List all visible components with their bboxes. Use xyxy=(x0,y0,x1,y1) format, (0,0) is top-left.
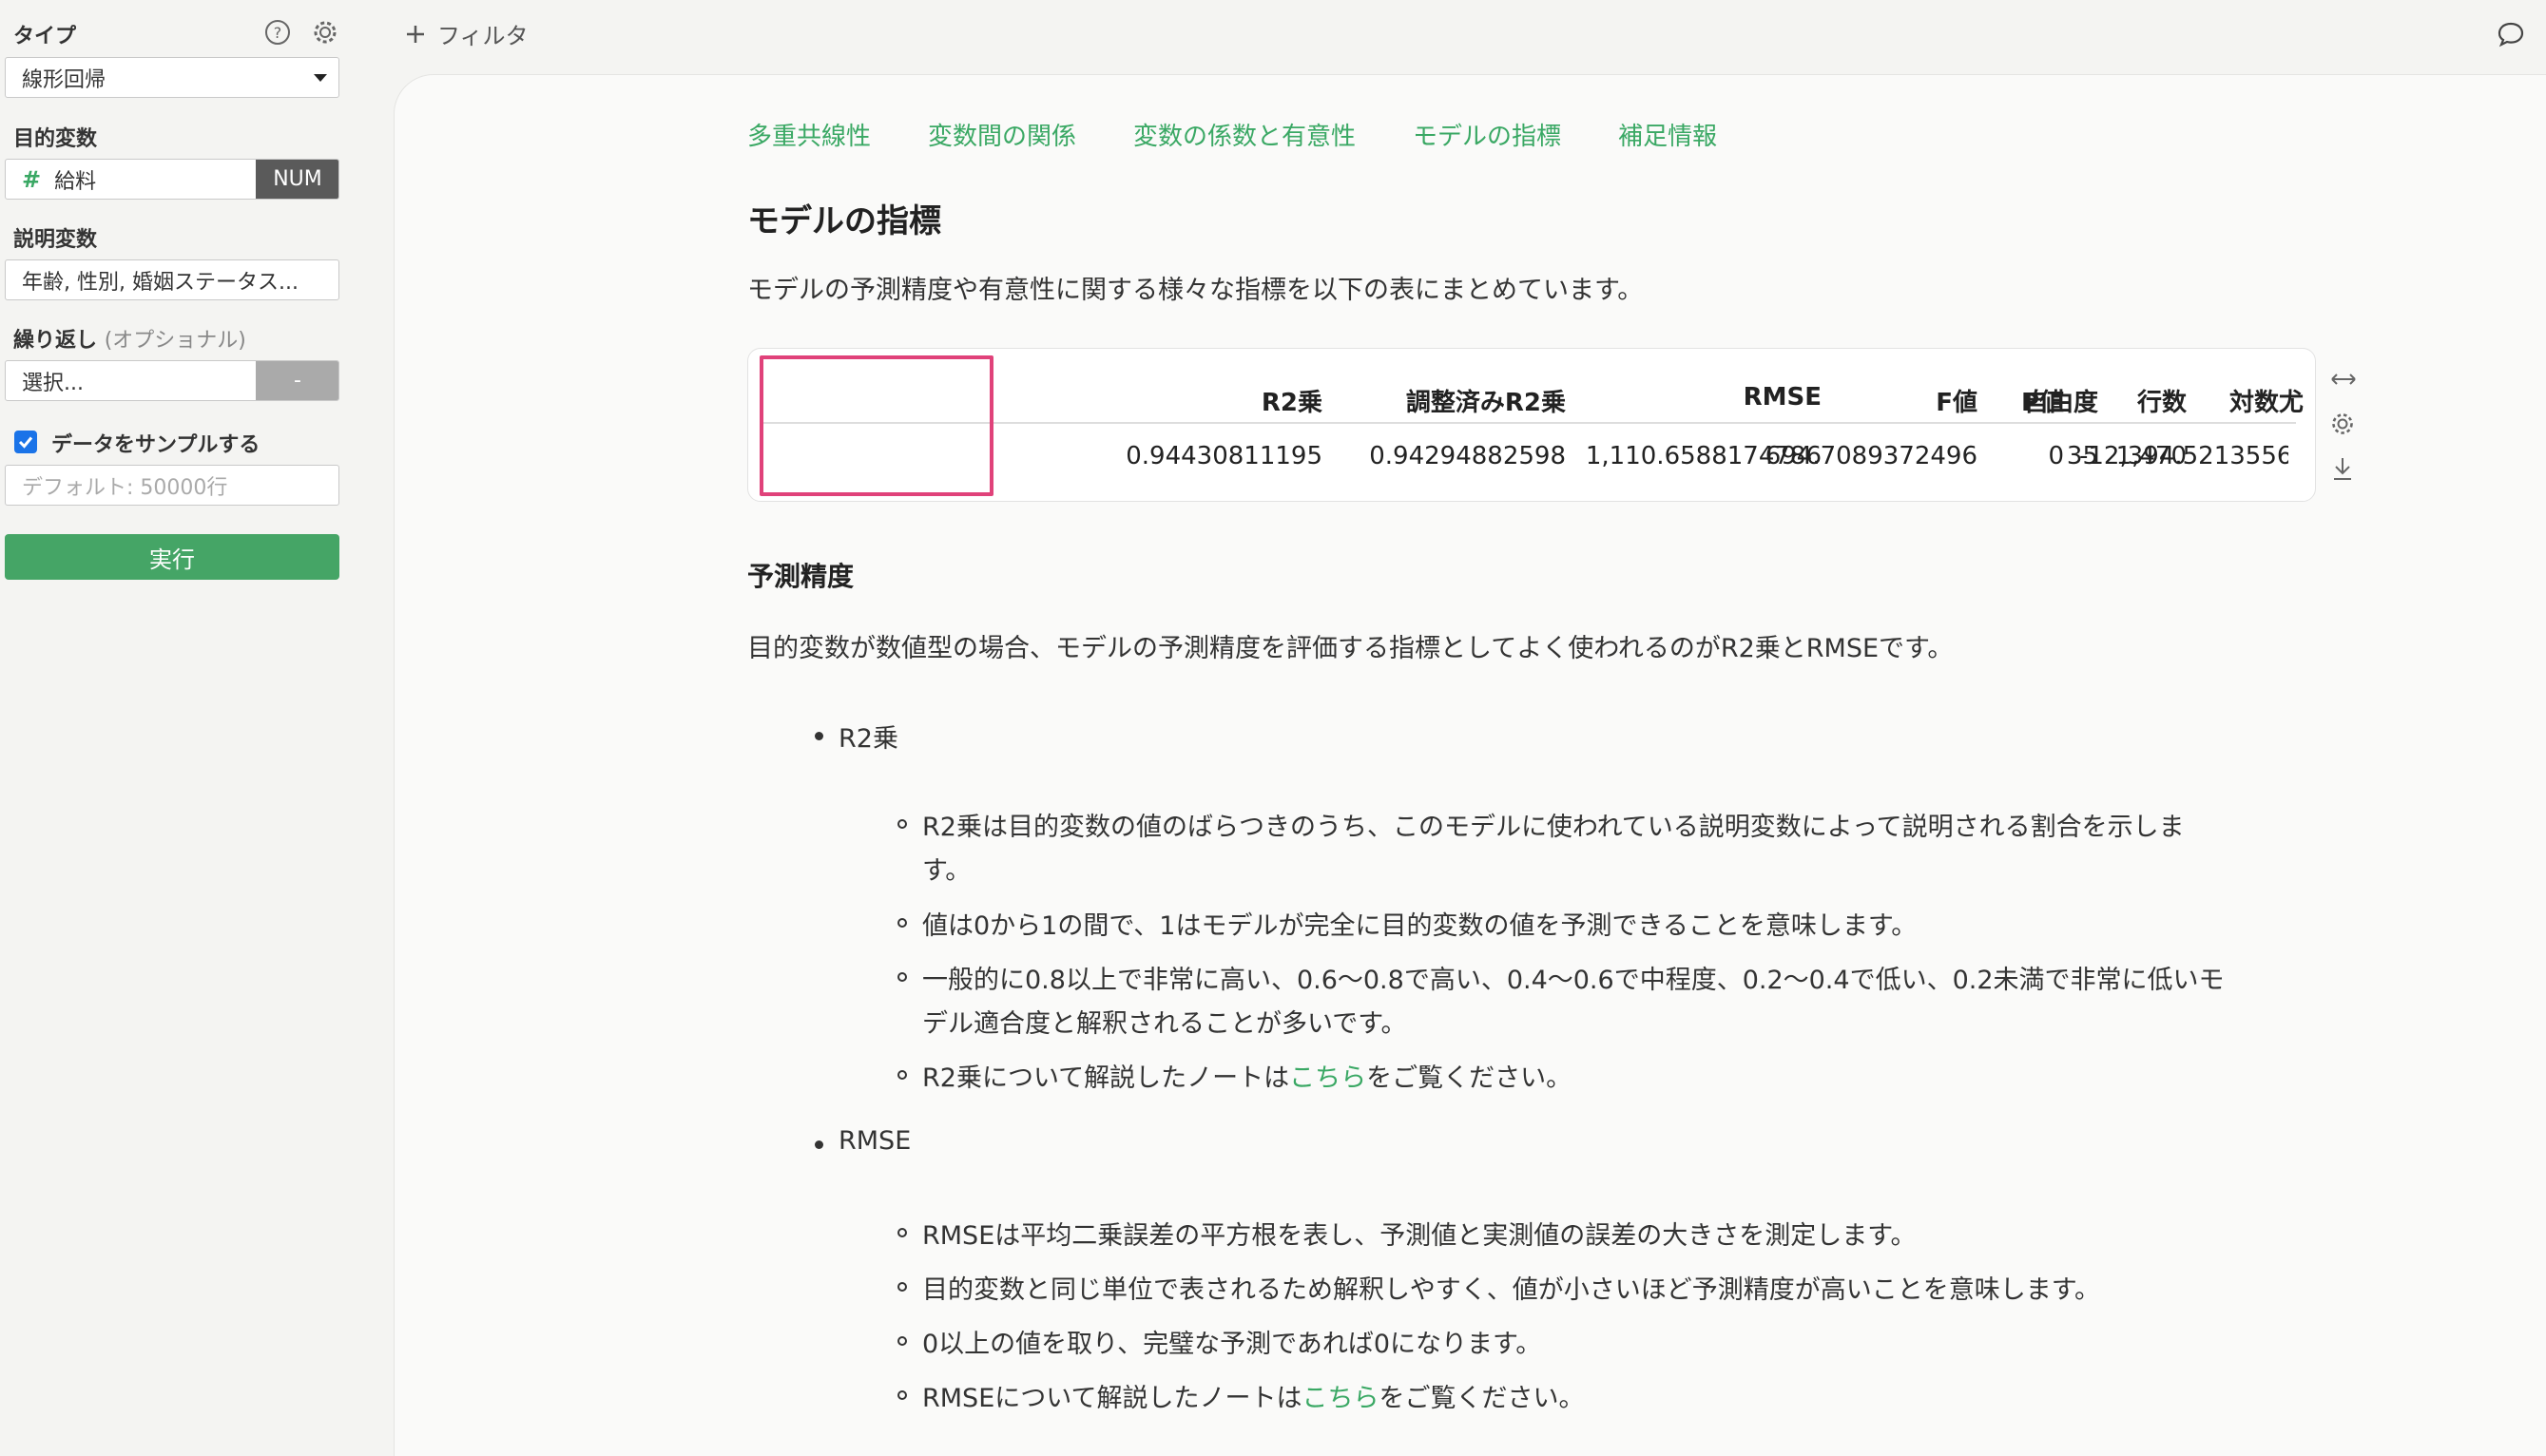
list-item: 値は0から1の間で、1はモデルが完全に目的変数の値を予測できることを意味します。 xyxy=(922,911,1918,941)
table-settings-icon[interactable] xyxy=(2330,412,2355,436)
sample-checkbox[interactable] xyxy=(14,431,37,453)
list-item: RMSEは平均二乗誤差の平方根を表し、予測値と実測値の誤差の大きさを測定します。 xyxy=(922,1221,1917,1251)
list-item: 0以上の値を取り、完璧な予測であれば0になります。 xyxy=(922,1330,1542,1359)
filter-label: フィルタ xyxy=(437,23,529,49)
note-text: をご覧ください。 xyxy=(1379,1384,1585,1413)
download-icon[interactable] xyxy=(2331,456,2354,481)
r2-highlight-box xyxy=(760,355,993,496)
comment-icon[interactable] xyxy=(2497,21,2525,48)
sub-bullet xyxy=(897,1282,907,1292)
rmse-note-link[interactable]: こちら xyxy=(1302,1384,1379,1413)
note-text: をご覧ください。 xyxy=(1366,1063,1572,1093)
note-text: R2乗について解説したノートは xyxy=(922,1063,1290,1093)
sub-bullet xyxy=(897,1336,907,1346)
chevron-down-icon xyxy=(314,74,327,82)
repeat-placeholder: 選択... xyxy=(22,371,84,395)
table-cell-df: 35 xyxy=(2066,442,2098,470)
repeat-label: 繰り返し (オプショナル) xyxy=(13,323,246,354)
repeat-label-text: 繰り返し xyxy=(13,329,98,353)
sub-bullet xyxy=(897,1390,907,1400)
target-label: 目的変数 xyxy=(13,127,98,151)
explanatory-field[interactable]: 年齢, 性別, 婚姻ステータス... xyxy=(5,259,339,300)
tab-multicollinearity[interactable]: 多重共線性 xyxy=(747,117,871,152)
list-item-r2: R2乗 xyxy=(839,724,898,754)
sidebar: タイプ ? 線形回帰 目的変数 # 給料 NUM 説明変数 年齢, 性別, 婚姻… xyxy=(0,0,390,1456)
target-value: 給料 xyxy=(54,169,97,194)
repeat-clear-button[interactable]: - xyxy=(256,361,338,400)
note-text: RMSEについて解説したノートは xyxy=(922,1384,1302,1413)
target-field[interactable]: # 給料 NUM xyxy=(5,159,339,200)
gear-icon[interactable] xyxy=(312,19,338,46)
list-item: す。 xyxy=(922,856,972,886)
section-tabs: 多重共線性 変数間の関係 変数の係数と有意性 モデルの指標 補足情報 xyxy=(747,117,1717,152)
bullet xyxy=(815,1140,823,1149)
table-cell-r2: 0.94430811195 xyxy=(1126,442,1322,470)
sample-size-placeholder: デフォルト: 50000行 xyxy=(22,475,228,500)
hash-icon: # xyxy=(22,165,42,193)
repeat-optional-text: (オプショナル) xyxy=(104,329,246,353)
tab-coefficients[interactable]: 変数の係数と有意性 xyxy=(1133,117,1356,152)
type-select-value: 線形回帰 xyxy=(22,67,106,92)
table-cell-adj-r2: 0.94294882598 xyxy=(1369,442,1566,470)
r2-note-link[interactable]: こちら xyxy=(1289,1063,1366,1093)
type-badge: NUM xyxy=(256,160,338,199)
intro-text: モデルの予測精度や有意性に関する様々な指標を以下の表にまとめています。 xyxy=(747,276,1644,305)
list-item: R2乗は目的変数の値のばらつきのうち、このモデルに使われている説明変数によって説… xyxy=(922,813,2185,842)
sample-size-input[interactable]: デフォルト: 50000行 xyxy=(5,465,339,506)
table-cell-f: 694.7089372496 xyxy=(1765,442,1977,470)
section-title: 予測精度 xyxy=(747,561,855,592)
sample-label: データをサンプルする xyxy=(51,433,260,457)
check-icon xyxy=(18,436,33,449)
tab-variable-relations[interactable]: 変数間の関係 xyxy=(928,117,1076,152)
list-item: R2乗について解説したノートはこちらをご覧ください。 xyxy=(922,1057,1572,1094)
sub-bullet xyxy=(897,972,907,982)
table-header-r2: R2乗 xyxy=(1261,389,1322,417)
table-cell-loglik: -12,394.52135563 xyxy=(2079,442,2288,470)
plus-icon xyxy=(407,25,424,43)
bullet xyxy=(815,732,823,740)
expand-width-icon[interactable] xyxy=(2330,370,2357,389)
type-label: タイプ xyxy=(13,25,77,48)
list-item: RMSEについて解説したノートはこちらをご覧ください。 xyxy=(922,1377,1584,1414)
svg-text:?: ? xyxy=(274,24,282,42)
tab-model-metrics[interactable]: モデルの指標 xyxy=(1413,117,1561,152)
sub-bullet xyxy=(897,918,907,928)
table-header-adj-r2: 調整済みR2乗 xyxy=(1405,389,1566,417)
run-button[interactable]: 実行 xyxy=(5,534,339,580)
table-header-loglik: 対数尤 xyxy=(2228,389,2304,417)
explanatory-value: 年齢, 性別, 婚姻ステータス... xyxy=(22,270,299,295)
page-title: モデルの指標 xyxy=(747,202,941,240)
table-header-rows: 行数 xyxy=(2136,389,2187,417)
sub-bullet xyxy=(897,1228,907,1237)
tab-supplementary[interactable]: 補足情報 xyxy=(1618,117,1717,152)
help-icon[interactable]: ? xyxy=(264,19,291,46)
add-filter-button[interactable]: フィルタ xyxy=(405,17,529,50)
table-header-rmse: RMSE xyxy=(1743,383,1822,412)
repeat-select[interactable]: 選択... - xyxy=(5,360,339,401)
list-item: 一般的に0.8以上で非常に高い、0.6〜0.8で高い、0.4〜0.6で中程度、0… xyxy=(922,966,2225,995)
list-item-rmse: RMSE xyxy=(839,1126,912,1156)
type-select[interactable]: 線形回帰 xyxy=(5,57,339,98)
sub-bullet xyxy=(897,819,907,829)
section-intro: 目的変数が数値型の場合、モデルの予測精度を評価する指標としてよく使われるのがR2… xyxy=(747,634,1954,663)
explanatory-label: 説明変数 xyxy=(13,228,98,252)
table-header-df: 自由度 xyxy=(2023,389,2098,417)
list-item: 目的変数と同じ単位で表されるため解釈しやすく、値が小さいほど予測精度が高いことを… xyxy=(922,1275,2101,1305)
sub-bullet xyxy=(897,1070,907,1080)
list-item: デル適合度と解釈されることが多いです。 xyxy=(922,1009,1407,1039)
